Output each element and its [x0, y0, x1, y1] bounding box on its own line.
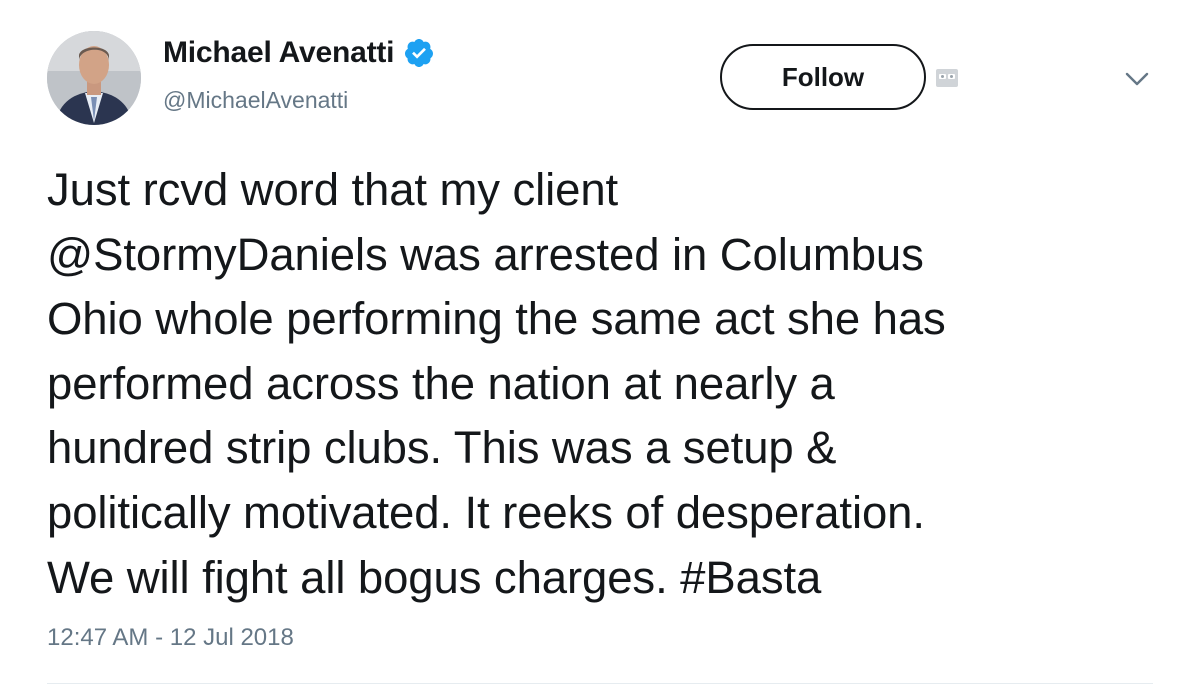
- profile-photo: [47, 31, 141, 125]
- ghost-icon[interactable]: [935, 66, 959, 90]
- display-name[interactable]: Michael Avenatti: [163, 36, 395, 70]
- verified-badge-icon: [403, 37, 435, 69]
- avatar[interactable]: [47, 31, 141, 125]
- author-row: Michael Avenatti: [163, 36, 435, 70]
- tweet-timestamp[interactable]: 12:47 AM - 12 Jul 2018: [47, 624, 294, 652]
- chevron-down-icon[interactable]: [1124, 70, 1150, 88]
- author-handle[interactable]: @MichaelAvenatti: [163, 87, 348, 114]
- divider: [47, 683, 1153, 684]
- tweet-text: Just rcvd word that my client @StormyDan…: [47, 164, 946, 603]
- follow-button[interactable]: Follow: [720, 44, 926, 110]
